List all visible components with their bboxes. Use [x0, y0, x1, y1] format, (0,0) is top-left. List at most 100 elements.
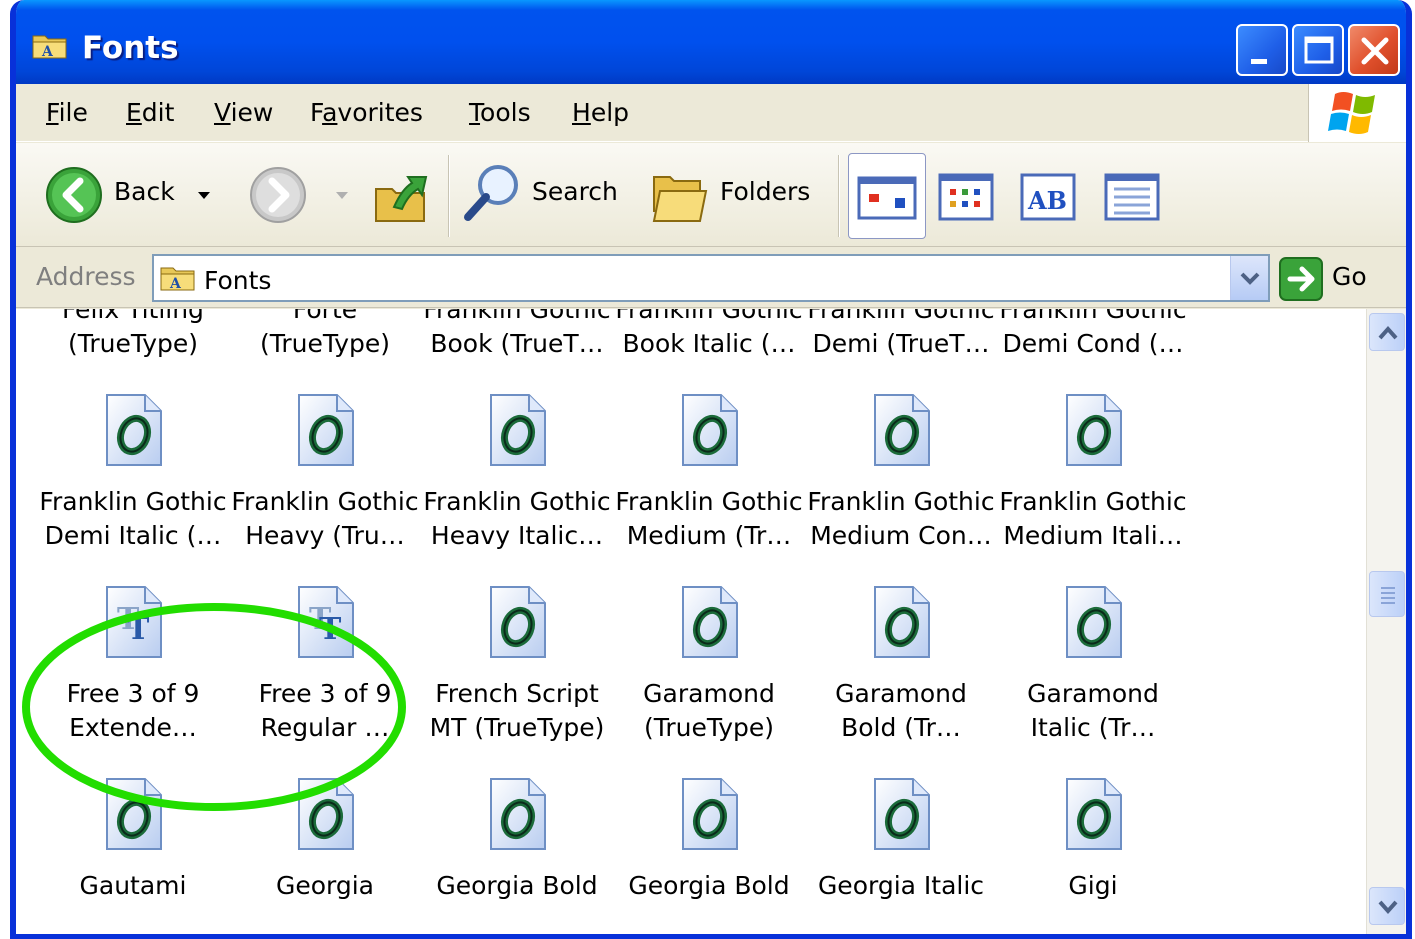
file-name-line1: Franklin Gothic — [615, 309, 803, 324]
opentype-font-icon — [1063, 391, 1125, 469]
back-button[interactable]: Back — [44, 165, 210, 223]
menu-favorites-accel: a — [322, 98, 338, 127]
opentype-font-icon — [679, 775, 741, 853]
menu-bar: File Edit View Favorites Tools Help — [16, 84, 1406, 142]
opentype-font-icon — [487, 775, 549, 853]
menu-tools[interactable]: Tools — [469, 98, 531, 127]
address-label: Address — [36, 262, 136, 291]
menu-file[interactable]: File — [46, 98, 88, 127]
search-button[interactable]: Search — [460, 165, 630, 223]
address-bar: Address A Fonts Go — [16, 248, 1406, 308]
file-name-line1: Felix Titling — [62, 309, 204, 324]
scroll-down-button[interactable] — [1369, 887, 1405, 925]
window-title: Fonts — [82, 30, 179, 66]
svg-text:A: A — [169, 276, 182, 292]
menu-view-accel: V — [214, 98, 231, 127]
forward-button[interactable] — [248, 165, 348, 223]
opentype-font-icon — [679, 583, 741, 661]
file-name-line2: (TrueType) — [67, 329, 199, 358]
toolbar-separator — [838, 155, 840, 237]
folders-button[interactable]: Folders — [648, 165, 818, 223]
menu-file-rest: ile — [58, 98, 88, 127]
explorer-window: A Fonts File Edit View Favorites Tools H… — [10, 0, 1412, 939]
chevron-up-icon — [1378, 325, 1398, 340]
opentype-font-icon — [871, 583, 933, 661]
menu-favorites[interactable]: Favorites — [310, 98, 423, 127]
opentype-font-icon — [487, 391, 549, 469]
minimize-button[interactable] — [1236, 24, 1288, 76]
close-button[interactable] — [1348, 24, 1400, 76]
file-name-line1: Free 3 of 9 — [66, 679, 200, 708]
file-name-line2: Book Italic (… — [622, 329, 796, 358]
opentype-font-icon — [679, 391, 741, 469]
menu-tools-rest: ools — [480, 98, 531, 127]
address-dropdown-button[interactable] — [1230, 256, 1268, 300]
windows-logo — [1308, 84, 1406, 142]
file-name-line1: Georgia — [275, 871, 375, 900]
view-fonts-preview-button[interactable]: AB — [1018, 173, 1078, 221]
opentype-font-icon — [103, 775, 165, 853]
details-view-icon — [1104, 173, 1160, 221]
opentype-font-icon — [295, 775, 357, 853]
title-bar[interactable]: A Fonts — [16, 0, 1406, 84]
large-icons-view-icon — [857, 176, 917, 220]
opentype-font-icon — [103, 391, 165, 469]
truetype-font-icon — [295, 583, 357, 661]
file-name-line1: Franklin Gothic — [807, 309, 995, 324]
menu-tools-accel: T — [469, 98, 481, 127]
chevron-down-icon — [1240, 272, 1260, 285]
view-details-button[interactable] — [1102, 173, 1162, 221]
file-name-line2: Extende… — [69, 713, 197, 742]
truetype-font-icon — [103, 583, 165, 661]
menu-view-rest: iew — [230, 98, 274, 127]
vertical-scrollbar[interactable] — [1366, 309, 1406, 939]
address-value: Fonts — [204, 266, 272, 295]
scroll-thumb[interactable] — [1369, 571, 1405, 617]
file-name-line2: (TrueType) — [643, 713, 775, 742]
scroll-up-button[interactable] — [1369, 313, 1405, 351]
chevron-down-icon — [1378, 900, 1398, 915]
address-input[interactable]: A Fonts — [152, 254, 1270, 302]
opentype-font-icon — [1063, 583, 1125, 661]
maximize-icon — [1304, 36, 1334, 64]
up-folder-icon — [375, 176, 428, 222]
file-name-line1: Franklin Gothic — [423, 309, 611, 324]
file-name-line2: Demi Cond (… — [1002, 329, 1184, 358]
file-name-line1: Georgia Bold — [436, 871, 598, 900]
folder-fonts-icon: A — [160, 267, 195, 292]
view-thumbnails-button[interactable] — [848, 153, 926, 239]
close-icon — [1361, 37, 1389, 65]
menu-favorites-rest: vorites — [337, 98, 423, 127]
svg-text:AB: AB — [1027, 186, 1067, 215]
maximize-button[interactable] — [1292, 24, 1344, 76]
go-label[interactable]: Go — [1332, 262, 1367, 291]
menu-edit[interactable]: Edit — [126, 98, 174, 127]
file-name-line1: Georgia Italic — [817, 871, 985, 900]
back-dropdown-icon[interactable] — [194, 185, 214, 205]
folders-icon — [652, 176, 708, 222]
up-folder-button[interactable] — [372, 165, 434, 223]
standard-toolbar: Back Search Folders AB — [16, 143, 1406, 247]
file-name-line1: Garamond — [835, 679, 967, 708]
search-icon — [464, 165, 518, 221]
menu-edit-rest: dit — [141, 98, 175, 127]
go-button[interactable] — [1278, 256, 1324, 302]
folder-fonts-icon: A — [32, 35, 67, 60]
view-tiles-button[interactable] — [936, 173, 996, 221]
file-name-line1: Franklin Gothic — [423, 487, 611, 516]
file-name-line1: Franklin Gothic — [615, 487, 803, 516]
menu-help[interactable]: Help — [572, 98, 629, 127]
file-list-view[interactable]: Felix Titling (TrueType) Forte (TrueType) Fr… — [16, 309, 1406, 939]
forward-arrow-icon — [250, 167, 306, 223]
menu-view[interactable]: View — [214, 98, 273, 127]
font-sample-view-icon: AB — [1020, 173, 1076, 221]
toolbar-separator — [448, 155, 450, 237]
file-name-line1: French Script — [435, 679, 599, 708]
menu-file-accel: F — [46, 98, 59, 127]
file-name-line1: Franklin Gothic — [999, 309, 1187, 324]
file-name-line2: Italic (Tr… — [1030, 713, 1156, 742]
file-name-line2: Medium Itali… — [1003, 521, 1183, 550]
file-name-line2: Medium Con… — [810, 521, 992, 550]
file-name-line1: Georgia Bold — [628, 871, 790, 900]
svg-text:A: A — [41, 44, 54, 60]
